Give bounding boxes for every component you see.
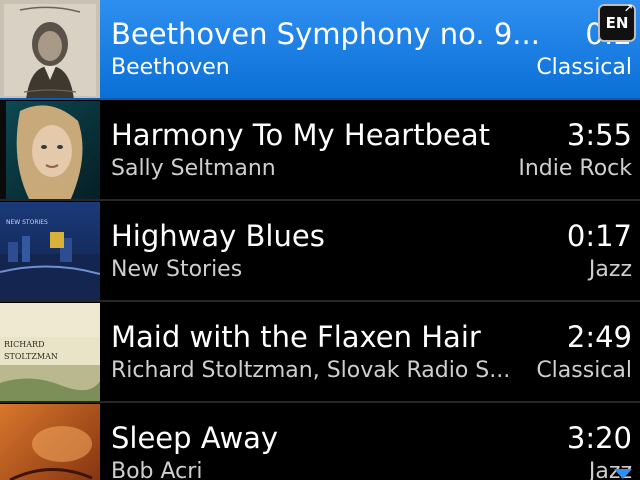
track-artist: New Stories xyxy=(111,257,243,282)
track-genre: Indie Rock xyxy=(518,156,632,181)
svg-text:RICHARD: RICHARD xyxy=(4,340,45,349)
track-duration: 3:20 xyxy=(566,421,632,455)
sally-seltmann-album-art xyxy=(0,101,100,199)
track-genre: Classical xyxy=(536,55,632,80)
track-row-1[interactable]: Harmony To My Heartbeat 3:55 Sally Seltm… xyxy=(0,101,640,201)
track-row-4[interactable]: Sleep Away 3:20 Bob Acri Jazz xyxy=(0,404,640,480)
track-row-0[interactable]: Beethoven Symphony no. 9... 0:2 Beethove… xyxy=(0,0,640,100)
input-language-indicator[interactable]: EN ↗ xyxy=(598,2,636,42)
track-title: Highway Blues xyxy=(111,219,325,253)
track-title: Maid with the Flaxen Hair xyxy=(111,320,481,354)
track-artist: Sally Seltmann xyxy=(111,156,276,181)
track-row-2[interactable]: NEW STORIES Highway Blues 0:17 New Stori… xyxy=(0,202,640,302)
svg-text:STOLTZMAN: STOLTZMAN xyxy=(4,352,58,361)
track-title: Harmony To My Heartbeat xyxy=(111,118,490,152)
scroll-down-arrow-icon xyxy=(614,469,632,479)
track-artist: Beethoven xyxy=(111,55,230,80)
beethoven-album-art xyxy=(0,0,100,98)
track-duration: 2:49 xyxy=(566,320,632,354)
svg-text:NEW STORIES: NEW STORIES xyxy=(6,219,48,226)
track-title: Beethoven Symphony no. 9... xyxy=(111,17,540,51)
track-row-3[interactable]: RICHARD STOLTZMAN Maid with the Flaxen H… xyxy=(0,303,640,403)
track-artist: Richard Stoltzman, Slovak Radio S... xyxy=(111,358,511,383)
track-duration: 0:17 xyxy=(566,219,632,253)
track-title: Sleep Away xyxy=(111,421,279,455)
music-track-list-screen: Beethoven Symphony no. 9... 0:2 Beethove… xyxy=(0,0,640,480)
input-language-label: EN xyxy=(605,14,629,32)
track-genre: Jazz xyxy=(588,257,632,282)
track-artist: Bob Acri xyxy=(111,459,203,480)
bob-acri-album-art xyxy=(0,404,100,480)
track-duration: 3:55 xyxy=(566,118,632,152)
new-stories-album-art: NEW STORIES xyxy=(0,202,100,300)
richard-stoltzman-album-art: RICHARD STOLTZMAN xyxy=(0,303,100,401)
track-genre: Classical xyxy=(536,358,632,383)
expand-arrow-icon: ↗ xyxy=(623,2,633,15)
